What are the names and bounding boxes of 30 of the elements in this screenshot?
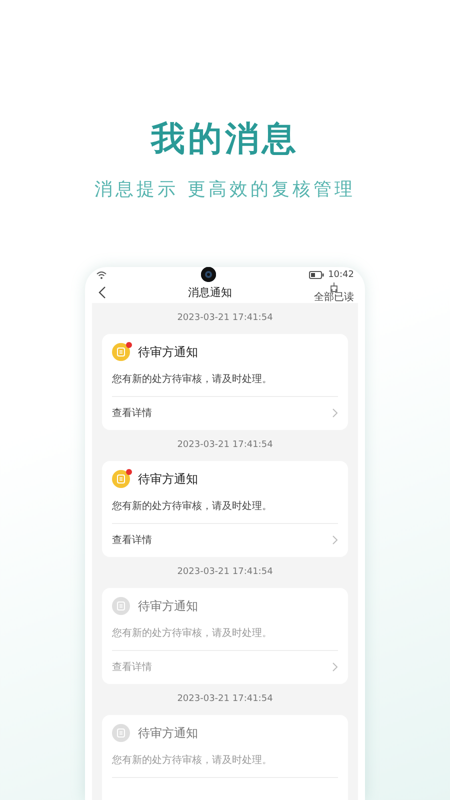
message-title: 待审方通知 <box>138 344 198 360</box>
tagline: 消息提示 更高效的复核管理 <box>94 178 356 202</box>
message-text: 您有新的处方待审核，请及时处理。 <box>112 368 338 397</box>
chevron-icon <box>332 535 338 545</box>
battery-icon <box>309 270 324 278</box>
message-card[interactable]: 待审方通知 您有新的处方待审核，请及时处理。 查看详情 <box>102 461 348 557</box>
message-time: 2023-03-21 17:41:54 <box>176 693 274 706</box>
message-card[interactable]: 待审方通知 您有新的处方待审核，请及时处理。 <box>102 715 348 800</box>
back-icon[interactable] <box>98 286 106 299</box>
view-details-link[interactable]: 查看详情 <box>112 397 338 429</box>
message-card[interactable]: 待审方通知 您有新的处方待审核，请及时处理。 查看详情 <box>102 588 348 684</box>
message-card[interactable]: 待审方通知 您有新的处方待审核，请及时处理。 查看详情 <box>102 334 348 430</box>
message-title: 待审方通知 <box>138 724 198 742</box>
message-time: 2023-03-21 17:41:54 <box>176 312 274 325</box>
message-text: 您有新的处方待审核，请及时处理。 <box>112 622 338 651</box>
message-text: 您有新的处方待审核，请及时处理。 <box>112 495 338 524</box>
headline: 我的消息 <box>151 118 299 161</box>
screen-title: 消息通知 <box>188 285 232 300</box>
status-time: 10:42 <box>328 270 354 280</box>
chevron-icon <box>332 662 338 672</box>
message-title: 待审方通知 <box>138 470 198 488</box>
camera-icon <box>200 267 216 282</box>
message-time: 2023-03-21 17:41:54 <box>176 439 274 452</box>
wifi-icon <box>96 270 107 278</box>
chevron-icon <box>332 408 338 418</box>
message-time: 2023-03-21 17:41:54 <box>176 566 274 579</box>
message-title: 待审方通知 <box>138 598 198 614</box>
message-text: 您有新的处方待审核，请及时处理。 <box>112 749 338 778</box>
mark-all-read-button[interactable]: 全部已读 <box>314 282 354 303</box>
view-details-link[interactable]: 查看详情 <box>112 524 338 556</box>
